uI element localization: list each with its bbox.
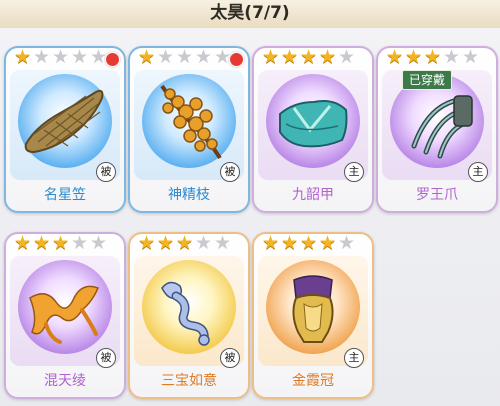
golden-branch-icon — [160, 84, 222, 160]
star-icon: ★ — [176, 46, 194, 68]
silk-ribbon-icon — [29, 285, 99, 344]
item-card-shenjingzhi[interactable]: ★ ★ ★ ★ ★ 被 神精枝 — [128, 46, 250, 213]
skill-type-badge: 主 — [344, 348, 364, 368]
star-icon: ★ — [281, 46, 299, 68]
notification-dot — [229, 52, 244, 67]
item-card-mingxingli[interactable]: ★ ★ ★ ★ ★ 被 名星笠 — [4, 46, 126, 213]
star-icon: ★ — [300, 232, 318, 254]
star-icon: ★ — [443, 46, 461, 68]
star-icon: ★ — [176, 232, 194, 254]
skill-type-badge: 主 — [468, 162, 488, 182]
item-name: 九韶甲 — [292, 187, 334, 203]
star-icon: ★ — [319, 46, 337, 68]
star-icon: ★ — [71, 46, 89, 68]
item-card-huntianling[interactable]: ★ ★ ★ ★ ★ 被 混天绫 — [4, 232, 126, 399]
item-card-jinxiaguan[interactable]: ★ ★ ★ ★ ★ 主 金霞冠 — [252, 232, 374, 399]
star-icon: ★ — [262, 232, 280, 254]
notification-dot — [105, 52, 120, 67]
item-card-luowangzhua[interactable]: ★ ★ ★ ★ ★ 已穿戴 主 罗王爪 — [376, 46, 498, 213]
star-icon: ★ — [462, 46, 480, 68]
item-name: 三宝如意 — [161, 373, 217, 389]
star-icon: ★ — [386, 46, 404, 68]
panel-header: 太昊(7/7) — [0, 0, 500, 29]
star-icon: ★ — [138, 46, 156, 68]
star-icon: ★ — [319, 232, 337, 254]
item-name: 神精枝 — [168, 187, 210, 203]
star-icon: ★ — [157, 46, 175, 68]
star-icon: ★ — [214, 232, 232, 254]
star-rating: ★ ★ ★ ★ ★ — [262, 48, 372, 70]
panel-title: 太昊(7/7) — [210, 3, 290, 23]
star-icon: ★ — [157, 232, 175, 254]
item-name: 罗王爪 — [416, 187, 458, 203]
skill-type-badge: 被 — [220, 348, 240, 368]
star-rating: ★ ★ ★ ★ ★ — [262, 234, 372, 256]
star-icon: ★ — [338, 46, 356, 68]
star-rating: ★ ★ ★ ★ ★ — [138, 234, 248, 256]
skill-type-badge: 被 — [96, 348, 116, 368]
star-icon: ★ — [71, 232, 89, 254]
skill-type-badge: 被 — [220, 162, 240, 182]
equipment-grid: ★ ★ ★ ★ ★ 被 名星笠 ★ ★ ★ ★ ★ 被 神精枝 ★ ★ ★ ★ … — [0, 28, 500, 406]
star-icon: ★ — [33, 232, 51, 254]
skill-type-badge: 主 — [344, 162, 364, 182]
star-icon: ★ — [52, 232, 70, 254]
star-icon: ★ — [195, 46, 213, 68]
item-name: 混天绫 — [44, 373, 86, 389]
star-icon: ★ — [424, 46, 442, 68]
star-icon: ★ — [338, 232, 356, 254]
star-icon: ★ — [405, 46, 423, 68]
star-icon: ★ — [14, 232, 32, 254]
gold-crown-icon — [292, 275, 334, 343]
star-icon: ★ — [14, 46, 32, 68]
item-card-jiushaojia[interactable]: ★ ★ ★ ★ ★ 主 九韶甲 — [252, 46, 374, 213]
star-icon: ★ — [300, 46, 318, 68]
star-icon: ★ — [195, 232, 213, 254]
item-name: 金霞冠 — [292, 373, 334, 389]
star-icon: ★ — [52, 46, 70, 68]
skill-type-badge: 被 — [96, 162, 116, 182]
star-rating: ★ ★ ★ ★ ★ — [14, 234, 124, 256]
star-icon: ★ — [262, 46, 280, 68]
jade-armor-icon — [279, 100, 348, 148]
star-icon: ★ — [281, 232, 299, 254]
star-icon: ★ — [90, 232, 108, 254]
star-icon: ★ — [138, 232, 156, 254]
equipped-badge: 已穿戴 — [402, 70, 452, 90]
star-rating: ★ ★ ★ ★ ★ — [386, 48, 496, 70]
item-card-sanbaoruyi[interactable]: ★ ★ ★ ★ ★ 被 三宝如意 — [128, 232, 250, 399]
star-icon: ★ — [33, 46, 51, 68]
ruyi-scepter-icon — [161, 281, 210, 346]
item-name: 名星笠 — [44, 187, 86, 203]
straw-hat-icon — [24, 89, 104, 154]
